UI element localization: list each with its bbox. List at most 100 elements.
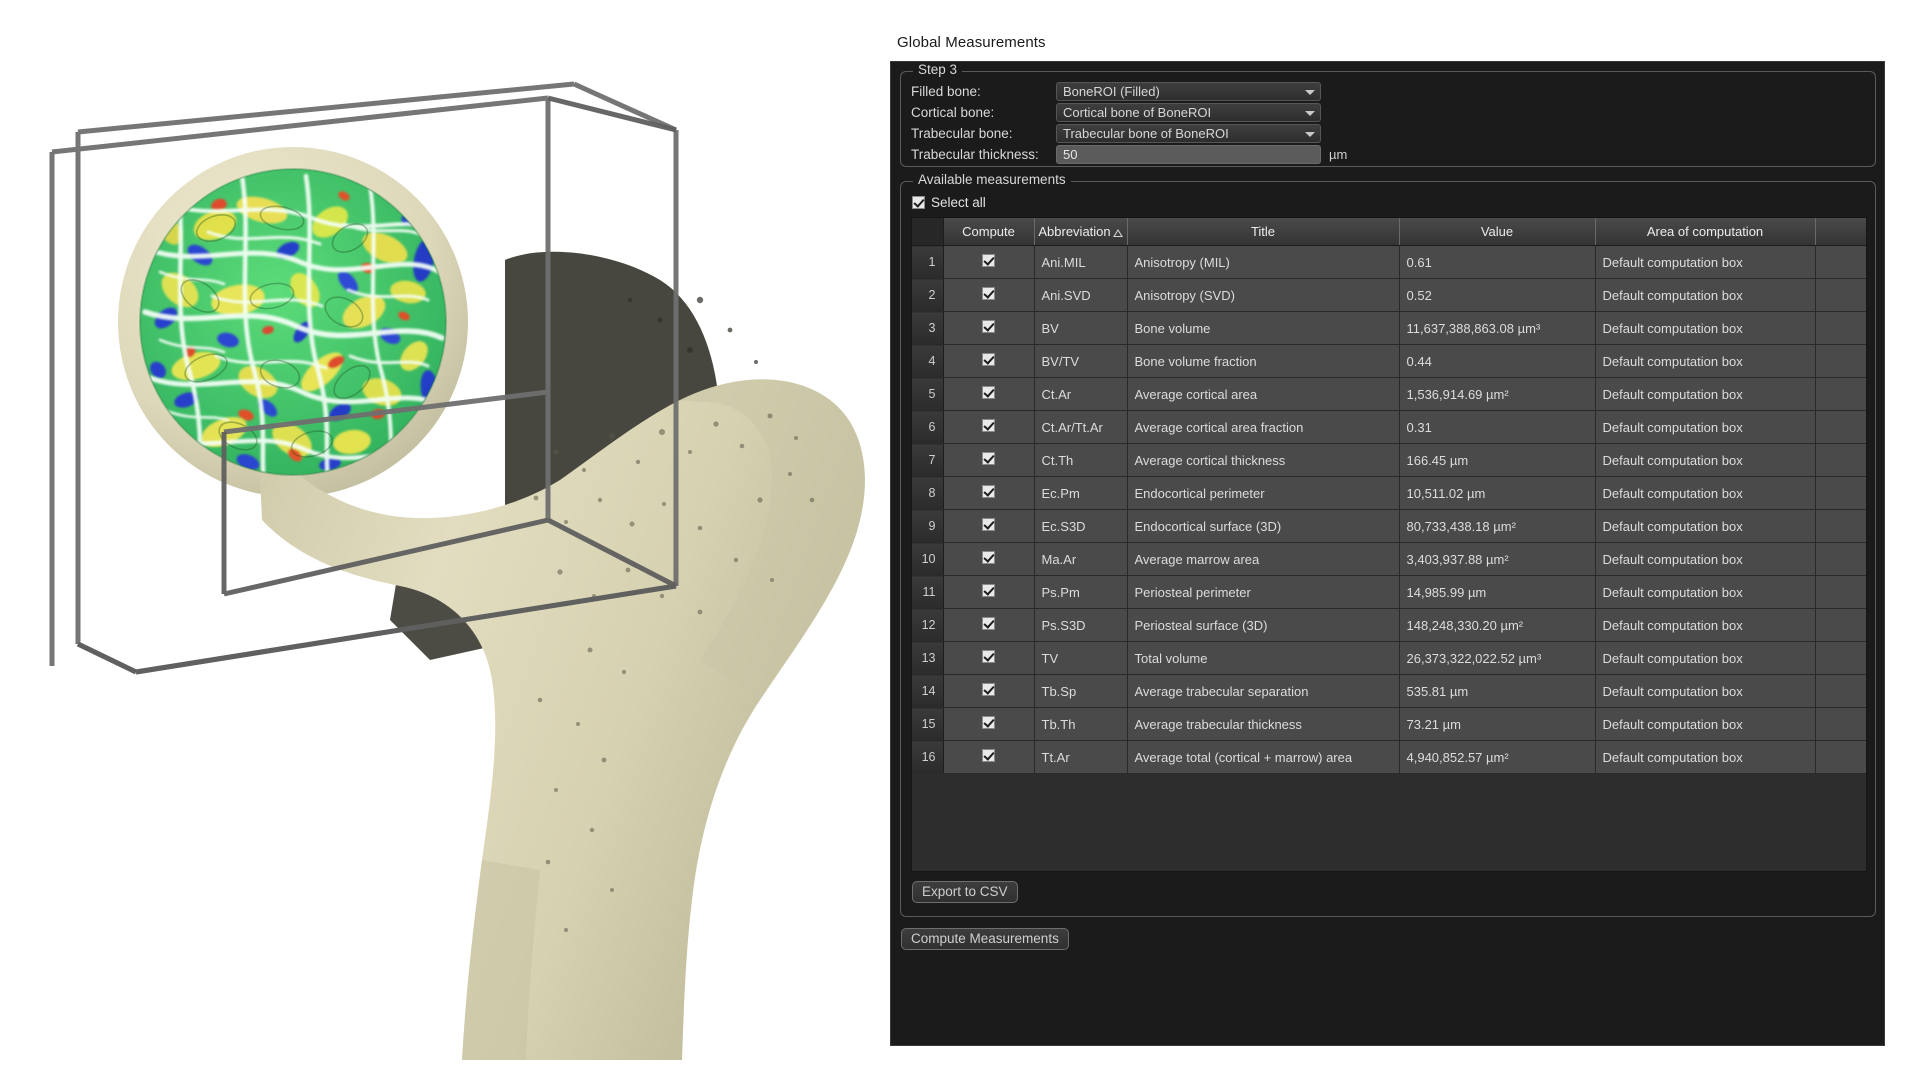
- compute-checkbox-cell[interactable]: [943, 312, 1034, 345]
- column-header-value[interactable]: Value: [1399, 218, 1595, 246]
- compute-checkbox-cell[interactable]: [943, 477, 1034, 510]
- table-row[interactable]: 16Tt.ArAverage total (cortical + marrow)…: [912, 741, 1866, 774]
- compute-checkbox-cell[interactable]: [943, 543, 1034, 576]
- compute-checkbox-cell[interactable]: [943, 246, 1034, 279]
- table-row[interactable]: 1Ani.MILAnisotropy (MIL)0.61Default comp…: [912, 246, 1866, 279]
- table-row[interactable]: 12Ps.S3DPeriosteal surface (3D)148,248,3…: [912, 609, 1866, 642]
- value-cell: 0.31: [1399, 411, 1595, 444]
- compute-checkbox[interactable]: [982, 584, 995, 597]
- compute-checkbox[interactable]: [982, 353, 995, 366]
- trabecular-bone-combo[interactable]: Trabecular bone of BoneROI: [1056, 124, 1321, 143]
- row-number: 5: [912, 378, 943, 411]
- compute-checkbox-cell[interactable]: [943, 576, 1034, 609]
- table-row[interactable]: 3BVBone volume11,637,388,863.08 µm³Defau…: [912, 312, 1866, 345]
- area-cell: Default computation box: [1595, 708, 1815, 741]
- compute-checkbox[interactable]: [982, 683, 995, 696]
- table-row[interactable]: 10Ma.ArAverage marrow area3,403,937.88 µ…: [912, 543, 1866, 576]
- column-header-abbreviation[interactable]: Abbreviation: [1034, 218, 1127, 246]
- row-number: 2: [912, 279, 943, 312]
- column-header-title[interactable]: Title: [1127, 218, 1399, 246]
- filled-bone-combo[interactable]: BoneROI (Filled): [1056, 82, 1321, 101]
- table-row[interactable]: 9Ec.S3DEndocortical surface (3D)80,733,4…: [912, 510, 1866, 543]
- abbreviation-cell: Tt.Ar: [1034, 741, 1127, 774]
- abbreviation-cell: Tb.Sp: [1034, 675, 1127, 708]
- title-cell: Periosteal surface (3D): [1127, 609, 1399, 642]
- chevron-down-icon[interactable]: [1305, 132, 1315, 137]
- table-row[interactable]: 13TVTotal volume26,373,322,022.52 µm³Def…: [912, 642, 1866, 675]
- value-cell: 0.52: [1399, 279, 1595, 312]
- compute-checkbox[interactable]: [982, 716, 995, 729]
- export-to-csv-button[interactable]: Export to CSV: [912, 881, 1018, 903]
- table-row[interactable]: 7Ct.ThAverage cortical thickness166.45 µ…: [912, 444, 1866, 477]
- row-number: 4: [912, 345, 943, 378]
- compute-checkbox[interactable]: [982, 650, 995, 663]
- area-cell: Default computation box: [1595, 444, 1815, 477]
- compute-checkbox[interactable]: [982, 419, 995, 432]
- compute-checkbox-cell[interactable]: [943, 345, 1034, 378]
- area-cell: Default computation box: [1595, 609, 1815, 642]
- table-row[interactable]: 8Ec.PmEndocortical perimeter10,511.02 µm…: [912, 477, 1866, 510]
- compute-checkbox[interactable]: [982, 485, 995, 498]
- row-number: 3: [912, 312, 943, 345]
- compute-checkbox[interactable]: [982, 254, 995, 267]
- page-title: Global Measurements: [897, 34, 1046, 51]
- filler-cell: [1815, 675, 1866, 708]
- compute-checkbox-cell[interactable]: [943, 279, 1034, 312]
- compute-checkbox-cell[interactable]: [943, 741, 1034, 774]
- value-cell: 1,536,914.69 µm²: [1399, 378, 1595, 411]
- chevron-down-icon[interactable]: [1305, 90, 1315, 95]
- compute-checkbox-cell[interactable]: [943, 708, 1034, 741]
- filler-cell: [1815, 510, 1866, 543]
- filler-cell: [1815, 543, 1866, 576]
- 3d-bone-render[interactable]: [0, 0, 890, 1080]
- table-row[interactable]: 11Ps.PmPeriosteal perimeter14,985.99 µmD…: [912, 576, 1866, 609]
- column-header-compute[interactable]: Compute: [943, 218, 1034, 246]
- table-row[interactable]: 14Tb.SpAverage trabecular separation535.…: [912, 675, 1866, 708]
- select-all-checkbox[interactable]: [912, 196, 925, 209]
- compute-checkbox-cell[interactable]: [943, 411, 1034, 444]
- compute-checkbox-cell[interactable]: [943, 444, 1034, 477]
- filler-cell: [1815, 246, 1866, 279]
- 3d-viewport[interactable]: [0, 0, 890, 1080]
- filler-cell: [1815, 345, 1866, 378]
- chevron-down-icon[interactable]: [1305, 111, 1315, 116]
- compute-checkbox[interactable]: [982, 320, 995, 333]
- column-header-area[interactable]: Area of computation: [1595, 218, 1815, 246]
- table-row[interactable]: 4BV/TVBone volume fraction0.44Default co…: [912, 345, 1866, 378]
- value-cell: 14,985.99 µm: [1399, 576, 1595, 609]
- table-row[interactable]: 2Ani.SVDAnisotropy (SVD)0.52Default comp…: [912, 279, 1866, 312]
- measurements-table: Compute Abbreviation Title Value Area of…: [912, 218, 1867, 774]
- compute-checkbox[interactable]: [982, 386, 995, 399]
- table-row[interactable]: 6Ct.Ar/Tt.ArAverage cortical area fracti…: [912, 411, 1866, 444]
- compute-checkbox-cell[interactable]: [943, 642, 1034, 675]
- trabecular-thickness-input[interactable]: 50: [1056, 145, 1321, 164]
- compute-checkbox-cell[interactable]: [943, 609, 1034, 642]
- sort-ascending-icon[interactable]: [1113, 229, 1123, 237]
- table-row[interactable]: 5Ct.ArAverage cortical area1,536,914.69 …: [912, 378, 1866, 411]
- filler-cell: [1815, 378, 1866, 411]
- available-measurements-groupbox: Available measurements Select all: [900, 181, 1876, 917]
- compute-checkbox[interactable]: [982, 551, 995, 564]
- compute-checkbox[interactable]: [982, 287, 995, 300]
- compute-checkbox-cell[interactable]: [943, 378, 1034, 411]
- title-cell: Average total (cortical + marrow) area: [1127, 741, 1399, 774]
- cortical-bone-combo[interactable]: Cortical bone of BoneROI: [1056, 103, 1321, 122]
- compute-checkbox[interactable]: [982, 749, 995, 762]
- row-number: 9: [912, 510, 943, 543]
- row-number: 12: [912, 609, 943, 642]
- abbreviation-cell: Ps.Pm: [1034, 576, 1127, 609]
- row-number: 13: [912, 642, 943, 675]
- trabecular-thickness-value: 50: [1063, 147, 1077, 162]
- table-row[interactable]: 15Tb.ThAverage trabecular thickness73.21…: [912, 708, 1866, 741]
- compute-checkbox-cell[interactable]: [943, 675, 1034, 708]
- title-cell: Bone volume fraction: [1127, 345, 1399, 378]
- title-cell: Average trabecular separation: [1127, 675, 1399, 708]
- select-all-row[interactable]: Select all: [912, 195, 986, 210]
- compute-checkbox[interactable]: [982, 617, 995, 630]
- compute-checkbox[interactable]: [982, 518, 995, 531]
- title-cell: Average trabecular thickness: [1127, 708, 1399, 741]
- compute-measurements-button[interactable]: Compute Measurements: [901, 928, 1069, 950]
- measurements-table-scroll[interactable]: Compute Abbreviation Title Value Area of…: [911, 217, 1867, 872]
- compute-checkbox[interactable]: [982, 452, 995, 465]
- compute-checkbox-cell[interactable]: [943, 510, 1034, 543]
